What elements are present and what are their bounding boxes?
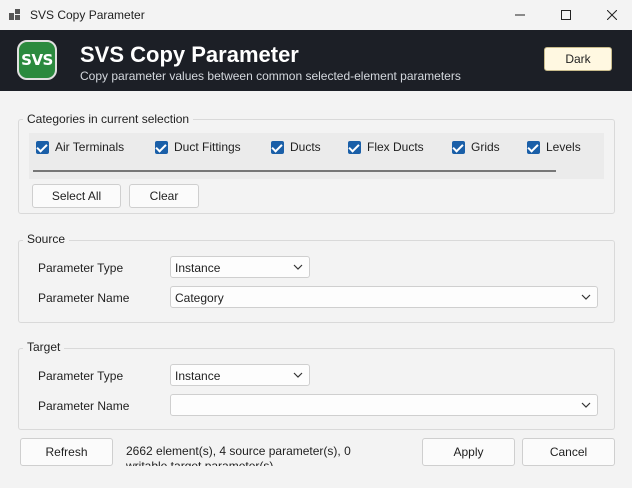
select-all-button[interactable]: Select All	[32, 184, 121, 208]
checkbox-checked-icon	[271, 140, 284, 154]
checkbox-label: Duct Fittings	[174, 140, 241, 154]
chevron-down-icon	[293, 372, 303, 378]
select-value: Category	[175, 291, 224, 305]
svs-logo: SVS	[17, 40, 57, 80]
app-icon	[9, 9, 22, 20]
source-group-label: Source	[23, 232, 70, 246]
checkbox-checked-icon	[527, 140, 540, 154]
source-param-name-label: Parameter Name	[38, 291, 130, 305]
source-param-name-select[interactable]: Category	[170, 286, 598, 308]
checkbox-checked-icon	[36, 140, 49, 154]
checkbox-air-terminals[interactable]: Air Terminals	[36, 140, 124, 154]
source-param-type-label: Parameter Type	[38, 261, 124, 275]
header-subtitle: Copy parameter values between common sel…	[80, 69, 461, 83]
checkbox-checked-icon	[348, 140, 361, 154]
chevron-down-icon	[581, 294, 591, 300]
checkbox-flex-ducts[interactable]: Flex Ducts	[348, 140, 424, 154]
checkbox-duct-fittings[interactable]: Duct Fittings	[155, 140, 241, 154]
minimize-icon	[515, 14, 525, 16]
maximize-button[interactable]	[543, 0, 589, 30]
categories-horizontal-scrollbar[interactable]	[33, 170, 556, 172]
header-title: SVS Copy Parameter	[80, 42, 299, 67]
source-group	[18, 240, 615, 323]
select-value: Instance	[175, 369, 221, 383]
window-titlebar: SVS Copy Parameter	[0, 0, 632, 30]
window-title: SVS Copy Parameter	[30, 8, 145, 22]
source-param-type-select[interactable]: Instance	[170, 256, 310, 278]
chevron-down-icon	[581, 402, 591, 408]
checkbox-checked-icon	[155, 140, 168, 154]
chevron-down-icon	[293, 264, 303, 270]
target-param-name-select[interactable]	[170, 394, 598, 416]
close-button[interactable]	[589, 0, 632, 30]
refresh-button[interactable]: Refresh	[20, 438, 113, 466]
checkbox-label: Flex Ducts	[367, 140, 424, 154]
maximize-icon	[561, 10, 571, 20]
checkbox-ducts[interactable]: Ducts	[271, 140, 321, 154]
minimize-button[interactable]	[497, 0, 543, 30]
apply-button[interactable]: Apply	[422, 438, 515, 466]
close-icon	[606, 9, 618, 21]
categories-group-label: Categories in current selection	[23, 112, 194, 126]
checkbox-label: Ducts	[290, 140, 321, 154]
checkbox-label: Air Terminals	[55, 140, 125, 154]
target-param-type-label: Parameter Type	[38, 369, 124, 383]
checkbox-grids[interactable]: Grids	[452, 140, 500, 154]
cancel-button[interactable]: Cancel	[522, 438, 615, 466]
checkbox-checked-icon	[452, 140, 465, 154]
theme-toggle-button[interactable]: Dark	[544, 47, 612, 71]
checkbox-label: Levels	[546, 140, 581, 154]
target-group	[18, 348, 615, 430]
checkbox-levels[interactable]: Levels	[527, 140, 581, 154]
clear-button[interactable]: Clear	[129, 184, 199, 208]
app-header: SVS SVS Copy Parameter Copy parameter va…	[0, 30, 632, 91]
select-value: Instance	[175, 261, 221, 275]
status-text: 2662 element(s), 4 source parameter(s), …	[126, 444, 351, 466]
logo-text: SVS	[21, 51, 53, 69]
target-group-label: Target	[23, 340, 65, 354]
checkbox-label: Grids	[471, 140, 500, 154]
target-param-type-select[interactable]: Instance	[170, 364, 310, 386]
target-param-name-label: Parameter Name	[38, 399, 130, 413]
